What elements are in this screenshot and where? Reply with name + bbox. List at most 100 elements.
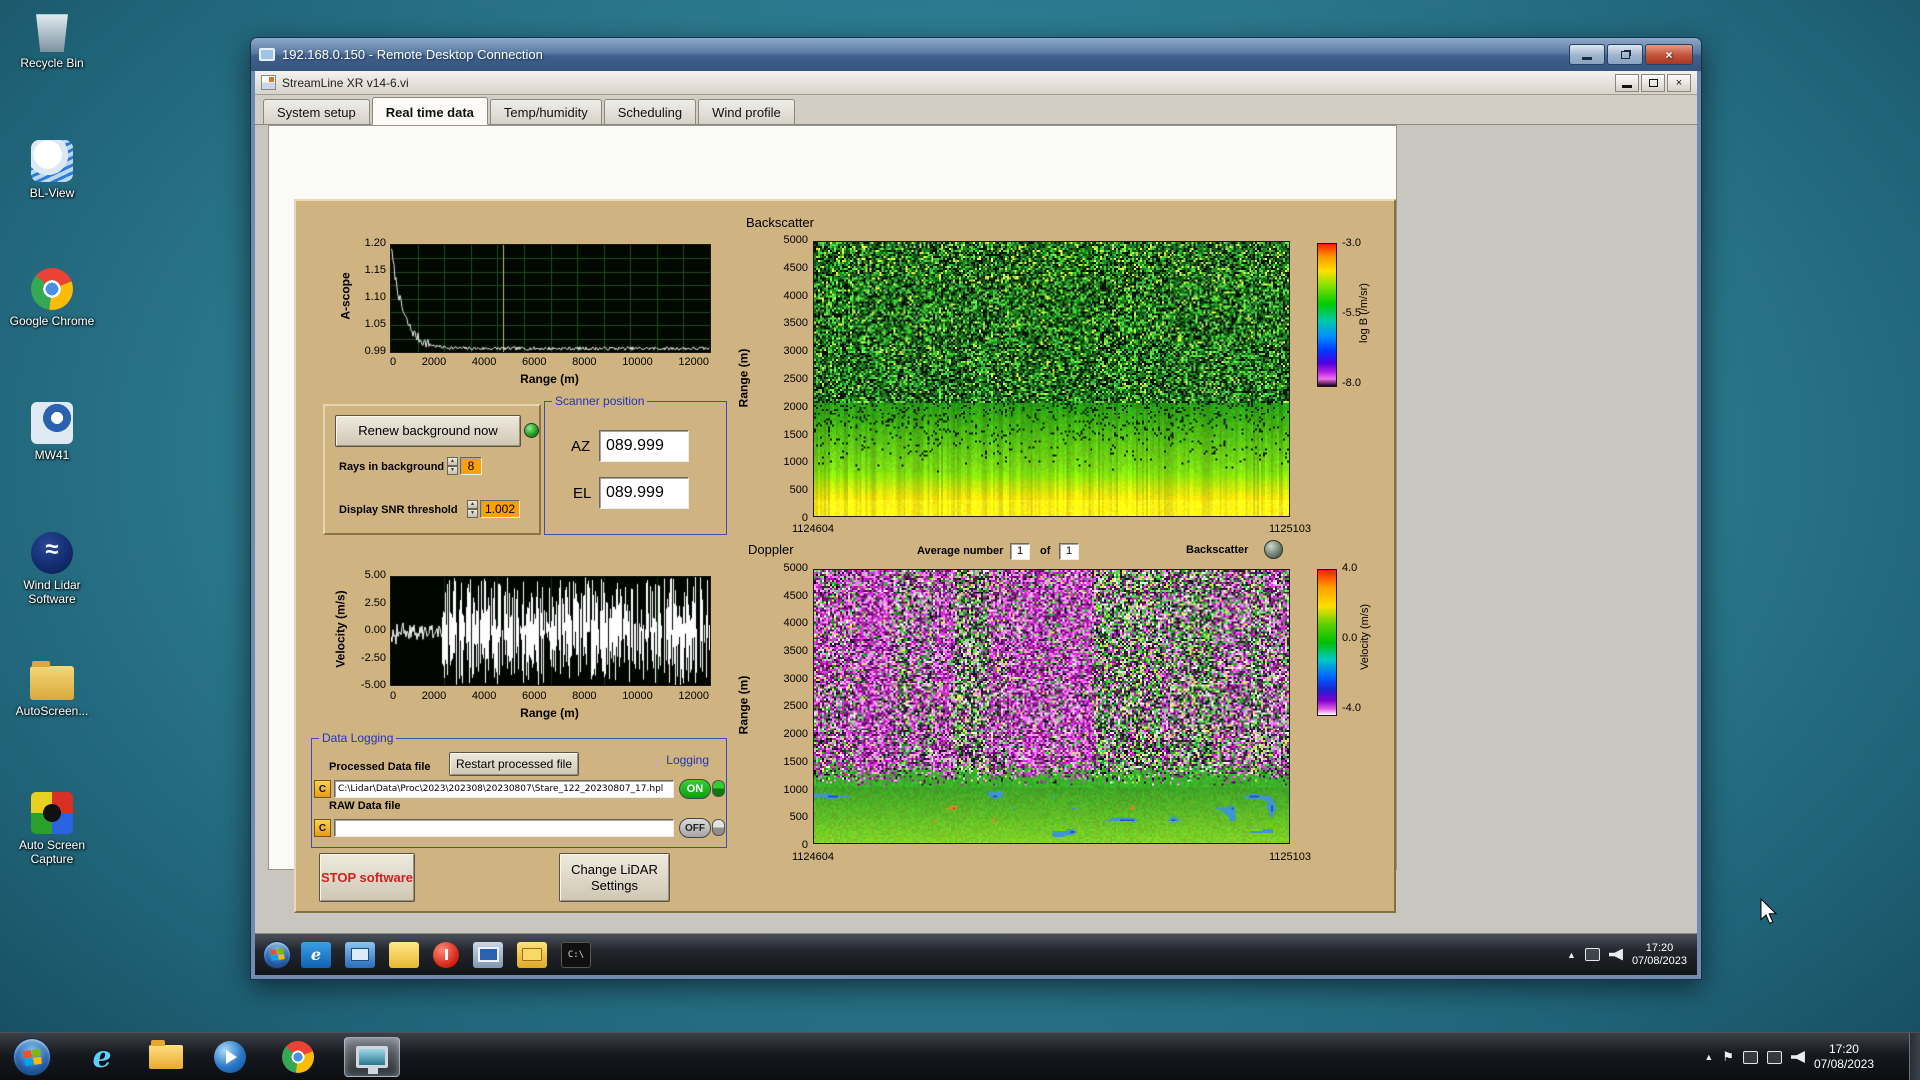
- remote-taskbar-power-icon[interactable]: [433, 941, 459, 968]
- tray-expand-icon[interactable]: ▲: [1704, 1052, 1713, 1062]
- tick-label: 2000: [783, 728, 808, 741]
- raw-logging-switch-icon[interactable]: [712, 819, 725, 836]
- tick-label: 5000: [783, 562, 808, 574]
- tab-system-setup[interactable]: System setup: [263, 99, 370, 124]
- processed-logging-toggle[interactable]: ON: [679, 779, 711, 799]
- rays-value-field[interactable]: 8: [460, 457, 482, 475]
- remote-taskbar-explorer-icon[interactable]: [345, 941, 375, 968]
- az-value-field[interactable]: 089.999: [599, 430, 689, 462]
- tick-label: 10000: [622, 356, 653, 368]
- logging-label: Logging: [663, 753, 712, 768]
- tick-label: 3500: [783, 645, 808, 658]
- remote-taskbar-cmd-icon[interactable]: [561, 941, 591, 968]
- tab-scheduling[interactable]: Scheduling: [603, 99, 697, 124]
- rdp-restore-button[interactable]: [1607, 44, 1643, 65]
- remote-taskbar-folder-icon[interactable]: [517, 941, 547, 968]
- change-lidar-settings-button[interactable]: Change LiDAR Settings: [559, 853, 670, 902]
- realtime-tab-page: A-scope 1.20 1.15 1.10 1.05 0.99 0 2000 4000 60…: [268, 125, 1397, 913]
- taskbar-chrome-button[interactable]: [274, 1037, 322, 1077]
- el-value-field[interactable]: 089.999: [599, 477, 689, 509]
- mw41-icon: [31, 402, 73, 444]
- remote-taskbar-capture-icon[interactable]: [473, 941, 503, 968]
- tick-label: 4.0: [1342, 562, 1358, 574]
- desktop-icon-wind-lidar-software[interactable]: Wind Lidar Software: [6, 532, 98, 606]
- wind-lidar-software-icon: [31, 532, 73, 574]
- tick-label: 1000: [783, 783, 808, 796]
- vi-close-button[interactable]: ×: [1667, 73, 1691, 92]
- desktop-icon-google-chrome[interactable]: Google Chrome: [6, 268, 98, 328]
- vi-maximize-button[interactable]: [1641, 73, 1665, 92]
- snr-spinner[interactable]: ▲ ▼: [467, 500, 478, 518]
- internet-explorer-icon: e: [92, 1039, 112, 1075]
- clock-date: 07/08/2023: [1813, 1057, 1874, 1071]
- remote-tray-network-icon[interactable]: [1584, 948, 1600, 961]
- taskbar-ie-button[interactable]: e: [78, 1037, 126, 1077]
- rdp-titlebar[interactable]: 192.168.0.150 - Remote Desktop Connectio…: [251, 38, 1701, 71]
- tab-wind-profile[interactable]: Wind profile: [698, 99, 795, 124]
- doppler-plot-title: Doppler: [748, 542, 794, 557]
- tick-label: -2.50: [360, 651, 386, 664]
- average-count-field[interactable]: 1: [1059, 543, 1079, 560]
- renew-background-led: [524, 423, 539, 438]
- rdp-close-button[interactable]: ×: [1645, 44, 1693, 65]
- rays-spinner[interactable]: ▲ ▼: [447, 457, 458, 475]
- raw-path-field[interactable]: [334, 819, 674, 837]
- desktop-icon-bl-view[interactable]: BL-View: [6, 140, 98, 200]
- average-number-field[interactable]: 1: [1010, 543, 1030, 560]
- remote-desktop-icon: [356, 1046, 388, 1074]
- tick-label: 3000: [783, 345, 808, 358]
- tick-label: -8.0: [1342, 377, 1361, 389]
- desktop-icon-autoscreen[interactable]: AutoScreen...: [6, 660, 98, 718]
- desktop-icon-mw41[interactable]: MW41: [6, 402, 98, 462]
- backscatter-y-ticks: 5000 4500 4000 3500 3000 2500 2000 1500 1000 500 0: [760, 234, 808, 524]
- renew-background-button[interactable]: Renew background now: [335, 415, 521, 447]
- maximize-icon: [1648, 78, 1658, 87]
- snr-value-field[interactable]: 1.002: [480, 500, 520, 518]
- tick-label: 4500: [783, 261, 808, 274]
- velocity-y-ticks: 5.00 2.50 0.00 -2.50 -5.00: [328, 569, 386, 691]
- tick-label: -3.0: [1342, 237, 1361, 249]
- tab-temp-humidity[interactable]: Temp/humidity: [489, 99, 602, 124]
- start-button[interactable]: [8, 1037, 56, 1077]
- remote-clock-date: 07/08/2023: [1631, 954, 1687, 967]
- raw-data-file-label: RAW Data file: [329, 800, 401, 812]
- restart-processed-file-button[interactable]: Restart processed file: [449, 752, 579, 776]
- remote-taskbar-notes-icon[interactable]: [389, 941, 419, 968]
- tray-volume-icon[interactable]: [1790, 1051, 1805, 1063]
- remote-tray-volume-icon[interactable]: [1608, 948, 1623, 961]
- chrome-icon: [282, 1041, 314, 1073]
- remote-taskbar-clock[interactable]: 17:20 07/08/2023: [1632, 942, 1687, 968]
- tick-label: 500: [789, 484, 808, 497]
- taskbar-rdp-button[interactable]: [344, 1037, 400, 1077]
- remote-taskbar: ▲ 17:20 07/08/2023: [255, 934, 1697, 975]
- vi-minimize-button[interactable]: [1615, 73, 1639, 92]
- remote-taskbar-ie-icon[interactable]: [301, 941, 331, 968]
- doppler-heatmap: [813, 569, 1290, 844]
- raw-logging-toggle[interactable]: OFF: [679, 818, 711, 838]
- tray-display-icon[interactable]: [1742, 1050, 1758, 1064]
- taskbar-explorer-button[interactable]: [142, 1037, 190, 1077]
- desktop-icon-auto-screen-capture[interactable]: Auto Screen Capture: [6, 792, 98, 866]
- remote-tray-expand-icon[interactable]: ▲: [1567, 950, 1576, 960]
- taskbar-clock[interactable]: 17:20 07/08/2023: [1814, 1042, 1874, 1072]
- backscatter-colorbar: [1317, 243, 1337, 387]
- taskbar-wmp-button[interactable]: [206, 1037, 254, 1077]
- tray-flag-icon[interactable]: ⚑: [1722, 1049, 1734, 1065]
- labview-vi-icon: [261, 75, 276, 90]
- tray-network-icon[interactable]: [1766, 1050, 1782, 1064]
- stop-software-button[interactable]: STOP software: [319, 853, 415, 902]
- desktop: Recycle Bin BL-View Google Chrome MW41 Wind …: [0, 0, 1920, 1080]
- desktop-icon-label: Wind Lidar Software: [23, 578, 81, 606]
- rdp-minimize-button[interactable]: [1569, 44, 1605, 65]
- tab-strip: System setup Real time data Temp/humidity S…: [255, 95, 1697, 125]
- desktop-icon-label: BL-View: [29, 186, 75, 200]
- remote-start-button[interactable]: [263, 940, 291, 969]
- show-desktop-button[interactable]: [1909, 1033, 1920, 1080]
- tab-real-time-data[interactable]: Real time data: [371, 97, 488, 125]
- backscatter-x-end: 1125103: [1268, 523, 1311, 535]
- streamline-titlebar[interactable]: StreamLine XR v14-6.vi ×: [255, 71, 1697, 95]
- processed-path-field[interactable]: C:\Lidar\Data\Proc\2023\202308\20230807\…: [334, 780, 674, 798]
- desktop-icon-recycle-bin[interactable]: Recycle Bin: [6, 10, 98, 70]
- processed-logging-switch-icon[interactable]: [712, 780, 725, 797]
- backscatter-toggle-button[interactable]: [1264, 540, 1283, 559]
